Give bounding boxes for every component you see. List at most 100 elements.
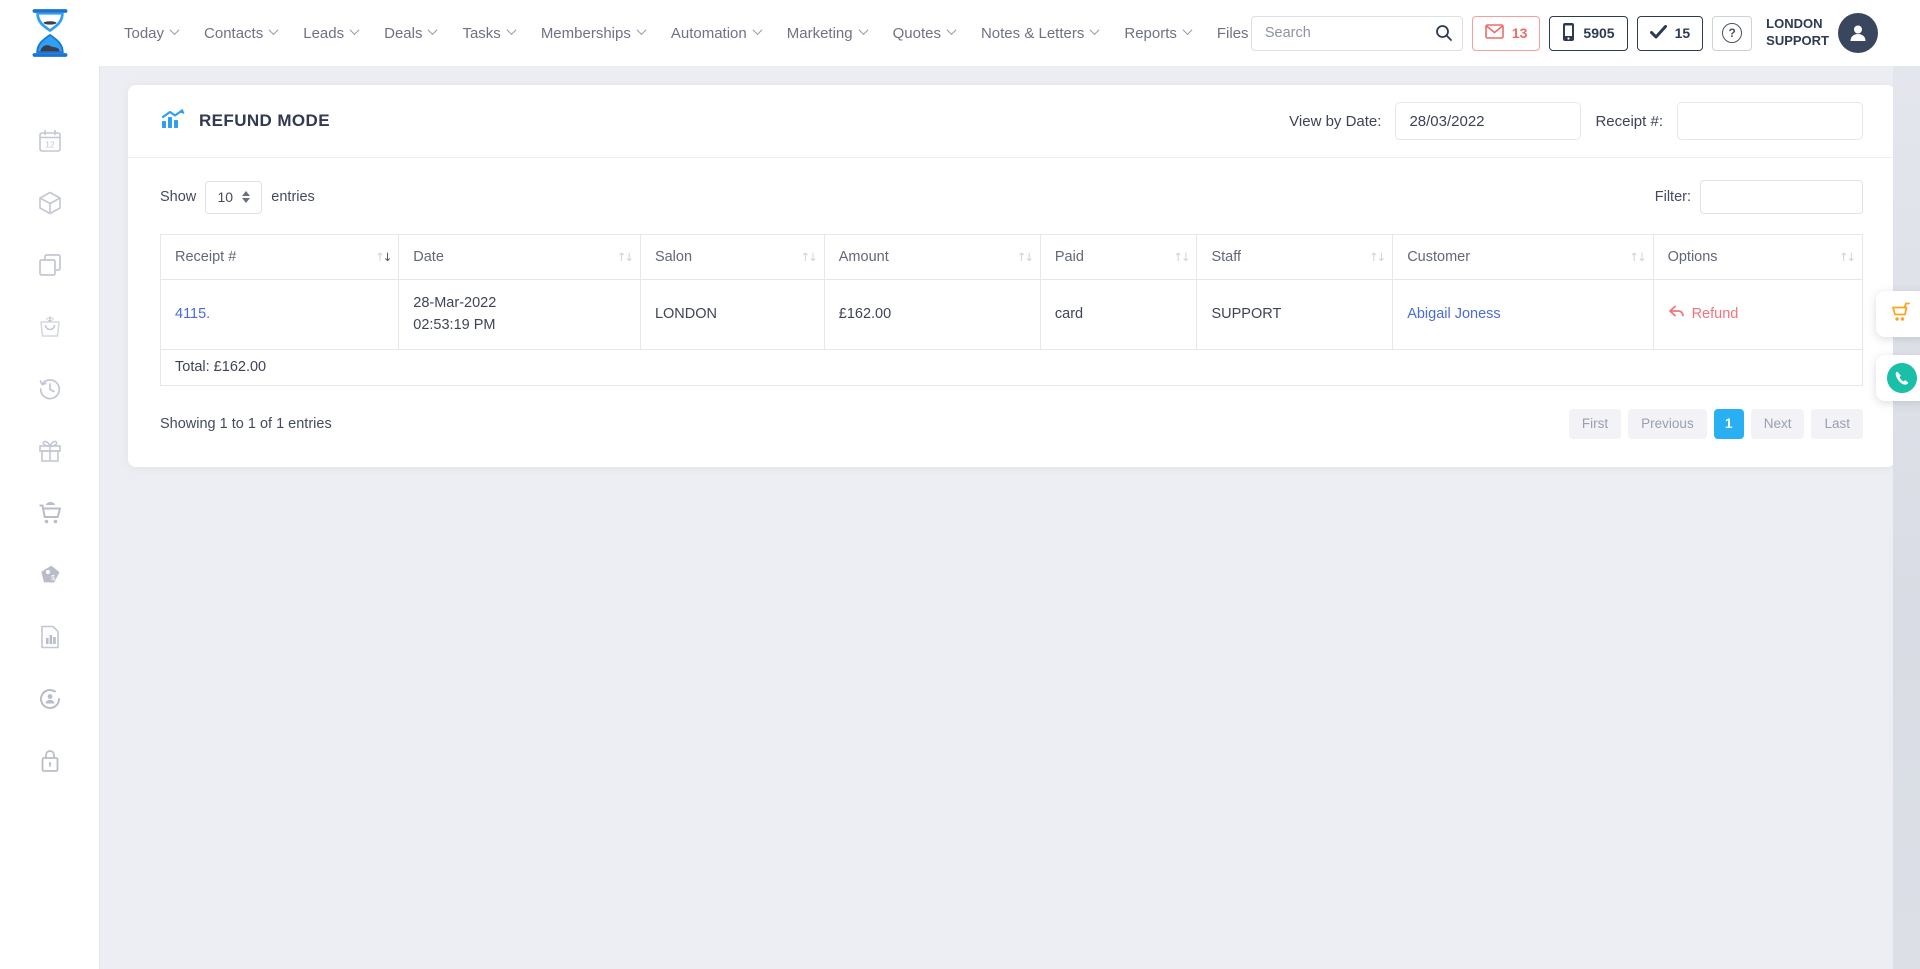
nav-files[interactable]: Files bbox=[1217, 25, 1249, 42]
total-cell: Total: £162.00 bbox=[161, 349, 1863, 385]
undo-arrow-icon bbox=[1668, 305, 1684, 323]
page-length-value: 10 bbox=[217, 189, 233, 205]
app-root: Today Contacts Leads Deals Tasks Members… bbox=[0, 0, 1920, 969]
phone-calls-count: 5905 bbox=[1583, 25, 1614, 41]
nav-today[interactable]: Today bbox=[124, 25, 178, 42]
user-name: LONDON SUPPORT bbox=[1766, 16, 1829, 50]
column-header-staff[interactable]: Staff↑↓ bbox=[1197, 235, 1393, 280]
report-icon[interactable] bbox=[37, 624, 63, 650]
column-header-date[interactable]: Date ↑↓ bbox=[399, 235, 641, 280]
pagination-next-button[interactable]: Next bbox=[1751, 409, 1805, 439]
nav-quotes[interactable]: Quotes bbox=[893, 25, 955, 42]
nav-label: Leads bbox=[303, 25, 344, 42]
price-tag-icon[interactable]: $ bbox=[37, 562, 63, 588]
nav-reports[interactable]: Reports bbox=[1124, 25, 1191, 42]
nav-deals[interactable]: Deals bbox=[384, 25, 436, 42]
lock-icon[interactable] bbox=[37, 748, 63, 774]
search-icon[interactable] bbox=[1435, 24, 1453, 47]
pagination: First Previous 1 Next Last bbox=[1569, 409, 1863, 439]
tasks-badge[interactable]: 15 bbox=[1637, 16, 1704, 51]
history-icon[interactable] bbox=[37, 376, 63, 402]
sort-icon: ↑↓ bbox=[1839, 250, 1854, 264]
chevron-down-icon bbox=[752, 25, 762, 35]
refund-button[interactable]: Refund bbox=[1668, 305, 1848, 323]
nav-automation[interactable]: Automation bbox=[671, 25, 761, 42]
phone-icon bbox=[1887, 363, 1917, 393]
options-cell: Refund bbox=[1653, 280, 1862, 350]
nav-notes-letters[interactable]: Notes & Letters bbox=[981, 25, 1098, 42]
show-entries-group: Show 10 entries bbox=[160, 181, 315, 214]
tasks-count: 15 bbox=[1675, 25, 1691, 41]
receipt-number-input[interactable] bbox=[1677, 102, 1863, 140]
phone-calls-badge[interactable]: 5905 bbox=[1549, 16, 1627, 51]
column-header-amount[interactable]: Amount↑↓ bbox=[824, 235, 1040, 280]
column-header-paid[interactable]: Paid↑↓ bbox=[1040, 235, 1197, 280]
chevron-down-icon bbox=[636, 25, 646, 35]
customer-link[interactable]: Abigail Joness bbox=[1407, 306, 1501, 322]
page-length-select[interactable]: 10 bbox=[205, 181, 262, 214]
main-nav: Today Contacts Leads Deals Tasks Members… bbox=[124, 25, 1251, 42]
entries-label: entries bbox=[271, 189, 315, 205]
floating-phone-button[interactable] bbox=[1876, 355, 1920, 401]
user-menu[interactable]: LONDON SUPPORT bbox=[1766, 13, 1878, 53]
help-icon: ? bbox=[1722, 23, 1742, 43]
avatar[interactable] bbox=[1838, 13, 1878, 53]
pagination-last-button[interactable]: Last bbox=[1811, 409, 1863, 439]
svg-text:12: 12 bbox=[45, 140, 55, 150]
cube-icon[interactable] bbox=[37, 190, 63, 216]
account-icon[interactable] bbox=[37, 686, 63, 712]
refunds-table: Receipt #↑↓ Date ↑↓ Salon↑↓ Amount↑↓ Paid… bbox=[160, 234, 1863, 386]
sort-icon: ↑↓ bbox=[1017, 250, 1032, 264]
layers-icon[interactable] bbox=[37, 252, 63, 278]
chevron-down-icon bbox=[947, 25, 957, 35]
receipt-number-label: Receipt #: bbox=[1595, 113, 1663, 130]
page-title-text: REFUND MODE bbox=[199, 111, 330, 131]
column-label: Date bbox=[413, 249, 444, 265]
column-label: Staff bbox=[1211, 249, 1241, 265]
total-row: Total: £162.00 bbox=[161, 349, 1863, 385]
nav-marketing[interactable]: Marketing bbox=[787, 25, 867, 42]
date-line: 28-Mar-2022 bbox=[413, 292, 626, 314]
nav-tasks[interactable]: Tasks bbox=[462, 25, 514, 42]
column-header-customer[interactable]: Customer↑↓ bbox=[1393, 235, 1653, 280]
sort-icon: ↑↓ bbox=[1173, 250, 1188, 264]
nav-contacts[interactable]: Contacts bbox=[204, 25, 277, 42]
help-button[interactable]: ? bbox=[1712, 16, 1752, 51]
filter-input[interactable] bbox=[1700, 180, 1863, 214]
column-header-options[interactable]: Options↑↓ bbox=[1653, 235, 1862, 280]
column-header-receipt[interactable]: Receipt #↑↓ bbox=[161, 235, 399, 280]
sort-icon: ↑↓ bbox=[617, 250, 632, 264]
column-header-salon[interactable]: Salon↑↓ bbox=[640, 235, 824, 280]
card-header: REFUND MODE View by Date: Receipt #: bbox=[128, 85, 1895, 158]
sort-icon: ↑↓ bbox=[1629, 250, 1644, 264]
messages-badge[interactable]: 13 bbox=[1472, 16, 1541, 51]
pagination-previous-button[interactable]: Previous bbox=[1628, 409, 1707, 439]
pagination-page-1-button[interactable]: 1 bbox=[1714, 409, 1744, 439]
nav-leads[interactable]: Leads bbox=[303, 25, 358, 42]
refund-label: Refund bbox=[1692, 306, 1739, 322]
time-line: 02:53:19 PM bbox=[413, 314, 626, 336]
shopping-bag-icon[interactable] bbox=[37, 314, 63, 340]
receipt-link[interactable]: 4115. bbox=[175, 306, 210, 322]
mobile-phone-icon bbox=[1562, 22, 1575, 45]
search-input[interactable] bbox=[1251, 16, 1463, 51]
filter-group: Filter: bbox=[1655, 180, 1863, 214]
pagination-first-button[interactable]: First bbox=[1569, 409, 1621, 439]
salon-cell: LONDON bbox=[640, 280, 824, 350]
show-label: Show bbox=[160, 189, 196, 205]
calendar-icon[interactable]: 12 bbox=[37, 128, 63, 154]
chevron-down-icon bbox=[350, 25, 360, 35]
floating-cart-button[interactable] bbox=[1876, 291, 1920, 337]
cart-icon[interactable] bbox=[37, 500, 63, 526]
receipt-cell: 4115. bbox=[161, 280, 399, 350]
gift-icon[interactable] bbox=[37, 438, 63, 464]
main-content: REFUND MODE View by Date: Receipt #: Sho… bbox=[100, 66, 1920, 969]
table-row: 4115. 28-Mar-2022 02:53:19 PM LONDON £16… bbox=[161, 280, 1863, 350]
sort-icon: ↑↓ bbox=[800, 250, 815, 264]
cart-icon bbox=[1890, 300, 1914, 329]
chevron-down-icon bbox=[506, 25, 516, 35]
date-input[interactable] bbox=[1395, 102, 1581, 140]
nav-label: Marketing bbox=[787, 25, 853, 42]
nav-memberships[interactable]: Memberships bbox=[541, 25, 645, 42]
hourglass-logo-icon[interactable] bbox=[28, 8, 72, 58]
